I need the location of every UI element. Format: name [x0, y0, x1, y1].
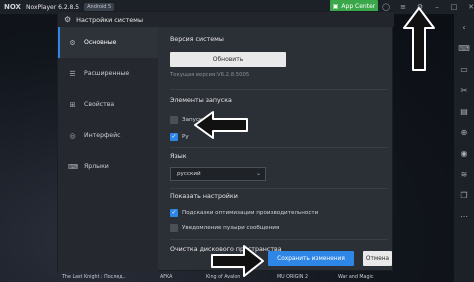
divider [170, 147, 388, 148]
disk-section-title: Очистка дискового пространства [170, 246, 282, 253]
bubble-option[interactable]: Уведомление пузыри сообщения [170, 223, 279, 233]
location-icon[interactable]: ◉ [461, 150, 468, 158]
nav-item-interface[interactable]: ◎ Интерфейс [58, 120, 158, 151]
nav-item-label: Расширенные [84, 70, 130, 77]
perf-tips-label: Подсказки оптимизации производительности [182, 210, 319, 216]
screen-icon[interactable]: ▭ [460, 66, 468, 74]
user-icon[interactable]: ◯ [382, 3, 390, 11]
bubble-label: Уведомление пузыри сообщения [182, 225, 280, 231]
update-button[interactable]: Обновить [170, 52, 286, 67]
more-icon[interactable]: ⋯ [460, 213, 468, 221]
settings-gear-icon[interactable]: ⚙ [416, 3, 424, 11]
apk-icon[interactable]: ⊕ [461, 129, 468, 137]
nav-item-label: Интерфейс [84, 132, 121, 139]
window-controls: ◯ ≡ ⚙ – □ ✕ [382, 0, 474, 14]
divider [170, 239, 388, 240]
perf-tips-checkbox[interactable]: ✓ [170, 209, 178, 217]
bag-icon: ▣ [332, 2, 339, 10]
display-section-title: Показать настройки [170, 193, 238, 200]
menu-icon[interactable]: ≡ [399, 3, 407, 11]
keyboard-icon: ⌨ [68, 162, 79, 171]
current-version: Текущая версия:V6.2.8.5005 [170, 72, 250, 78]
gear-icon: ⚙ [69, 38, 76, 47]
nav-item-advanced[interactable]: ☰ Расширенные [58, 58, 158, 89]
app-center-label: App Center [341, 2, 376, 10]
scissors-icon[interactable]: ✂ [461, 87, 468, 95]
chevron-down-icon: ⌄ [255, 170, 261, 177]
sliders-icon: ☰ [69, 69, 76, 78]
eye-icon: ◎ [69, 131, 76, 140]
right-toolbar: ‹ ⌨ ▭ ✂ ▤ ⊕ ◉ ≋ ❐ ⋯ [454, 14, 474, 282]
settings-dialog: ⚙ Настройки системы ⚙ Основные ☰ Расшире… [57, 11, 394, 272]
settings-content: Версия системы Обновить Текущая версия:V… [170, 27, 390, 257]
autostart-option[interactable]: Запускать при старте [170, 115, 247, 125]
nav-item-basic[interactable]: ⚙ Основные [58, 27, 158, 58]
cancel-button[interactable]: Отмена [363, 251, 392, 266]
folder-icon[interactable]: ▤ [460, 108, 468, 116]
root-option[interactable]: ✓ Ру [170, 132, 189, 142]
autostart-label: Запускать при старте [182, 117, 247, 123]
app-item[interactable]: The Last Knight : Послед.. [62, 275, 126, 280]
startup-section-title: Элементы запуска [170, 97, 232, 104]
nav-item-label: Свойства [84, 101, 115, 108]
save-changes-button[interactable]: Сохранить изменения [268, 251, 354, 266]
maximize-icon[interactable]: □ [450, 3, 458, 11]
version-section-title: Версия системы [170, 36, 224, 43]
bubble-checkbox[interactable] [170, 224, 178, 232]
back-icon[interactable]: ‹ [462, 24, 465, 32]
nox-logo: NOX [4, 3, 21, 11]
language-select[interactable]: русский ⌄ [170, 167, 266, 181]
nav-item-label: Основные [84, 39, 117, 46]
divider [170, 188, 388, 189]
app-item[interactable]: War and Magic [338, 275, 374, 280]
app-item[interactable]: AFKA [160, 275, 172, 280]
app-title: NoxPlayer 6.2.8.5 [26, 3, 80, 11]
keyboard-icon[interactable]: ⌨ [458, 45, 470, 53]
autostart-checkbox[interactable] [170, 116, 178, 124]
root-label: Ру [182, 134, 189, 140]
multi-instance-icon[interactable]: ❐ [460, 192, 467, 200]
shake-icon[interactable]: ≋ [461, 171, 468, 179]
app-item[interactable]: MU ORIGIN 2 [277, 275, 308, 280]
language-section-title: Язык [170, 153, 187, 160]
settings-icon: ⚙ [64, 15, 72, 24]
app-item[interactable]: King of Avalon [206, 275, 240, 280]
language-value: русский [177, 171, 201, 177]
dialog-title: Настройки системы [76, 15, 143, 24]
minimize-icon[interactable]: – [433, 3, 441, 11]
app-strip: The Last Knight : Послед.. AFKA King of … [0, 272, 454, 282]
nav-item-properties[interactable]: ⊞ Свойства [58, 89, 158, 120]
settings-nav: ⚙ Основные ☰ Расширенные ⊞ Свойства ◎ Ин… [58, 27, 158, 272]
nav-item-shortcuts[interactable]: ⌨ Ярлыки [58, 151, 158, 182]
nav-item-label: Ярлыки [84, 163, 109, 170]
grid-icon: ⊞ [69, 100, 76, 109]
root-checkbox[interactable]: ✓ [170, 133, 178, 141]
dialog-header: ⚙ Настройки системы [58, 12, 394, 27]
close-icon[interactable]: ✕ [467, 3, 474, 11]
android-version-badge: Android 5 [84, 3, 115, 11]
dialog-footer: Сохранить изменения Отмена [158, 251, 394, 272]
perf-tips-option[interactable]: ✓ Подсказки оптимизации производительнос… [170, 208, 318, 218]
divider [170, 89, 388, 90]
